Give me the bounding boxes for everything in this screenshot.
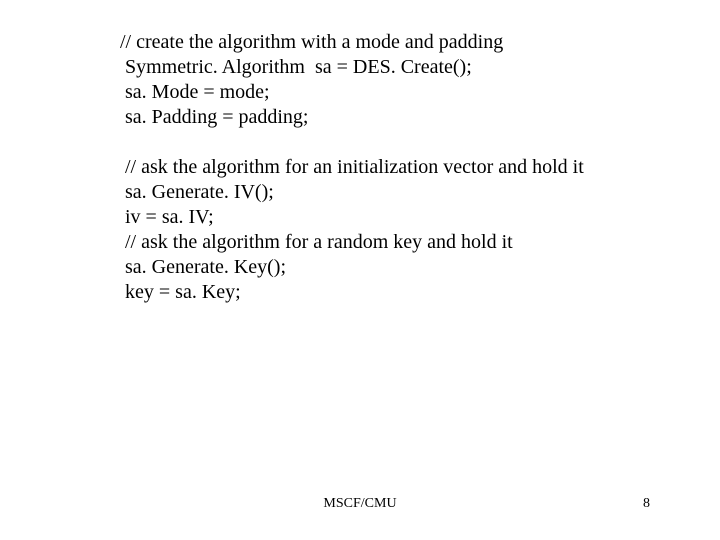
code-line: sa. Padding = padding; [120,105,680,130]
code-line: iv = sa. IV; [120,205,680,230]
code-line: // ask the algorithm for a random key an… [120,230,680,255]
code-line: sa. Generate. IV(); [120,180,680,205]
footer-label: MSCF/CMU [0,496,720,512]
page-number: 8 [643,496,650,512]
blank-line [120,130,680,155]
code-block: // create the algorithm with a mode and … [120,30,680,305]
code-line: sa. Generate. Key(); [120,255,680,280]
code-line: sa. Mode = mode; [120,80,680,105]
code-line: // create the algorithm with a mode and … [120,30,680,55]
code-line: // ask the algorithm for an initializati… [120,155,680,180]
code-line: Symmetric. Algorithm sa = DES. Create(); [120,55,680,80]
code-line: key = sa. Key; [120,280,680,305]
